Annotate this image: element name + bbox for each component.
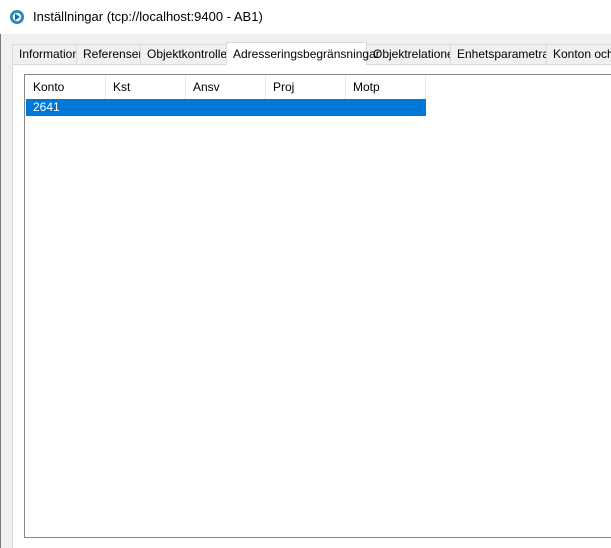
tab-referenser[interactable]: Referenser	[76, 44, 142, 64]
tab-enhetsparametrar[interactable]: Enhetsparametrar	[450, 44, 553, 64]
title-bar[interactable]: Inställningar (tcp://localhost:9400 - AB…	[0, 0, 611, 34]
cell-proj	[266, 99, 346, 116]
cell-motp	[346, 99, 426, 116]
tab-strip: Information Referenser Objektkontroller …	[12, 42, 611, 65]
column-header-motp[interactable]: Motp	[346, 76, 426, 99]
tab-information[interactable]: Information	[12, 44, 79, 64]
cell-ansv	[186, 99, 266, 116]
cell-konto: 2641	[33, 100, 60, 114]
window-title: Inställningar (tcp://localhost:9400 - AB…	[33, 9, 263, 24]
tab-konton-och[interactable]: Konton och	[546, 44, 611, 64]
tab-adresseringsbegransningar[interactable]: Adresseringsbegränsningar	[226, 42, 380, 65]
restrictions-list[interactable]: Konto Kst Ansv Proj Motp 2641	[24, 74, 611, 538]
column-header-ansv[interactable]: Ansv	[186, 76, 266, 99]
tab-objektkontroller[interactable]: Objektkontroller	[140, 44, 231, 64]
app-logo-icon	[10, 10, 24, 24]
column-header-kst[interactable]: Kst	[106, 76, 186, 99]
column-header-proj[interactable]: Proj	[266, 76, 346, 99]
cell-kst	[106, 99, 186, 116]
table-row[interactable]: 2641	[26, 99, 426, 116]
column-header-konto[interactable]: Konto	[26, 76, 106, 99]
